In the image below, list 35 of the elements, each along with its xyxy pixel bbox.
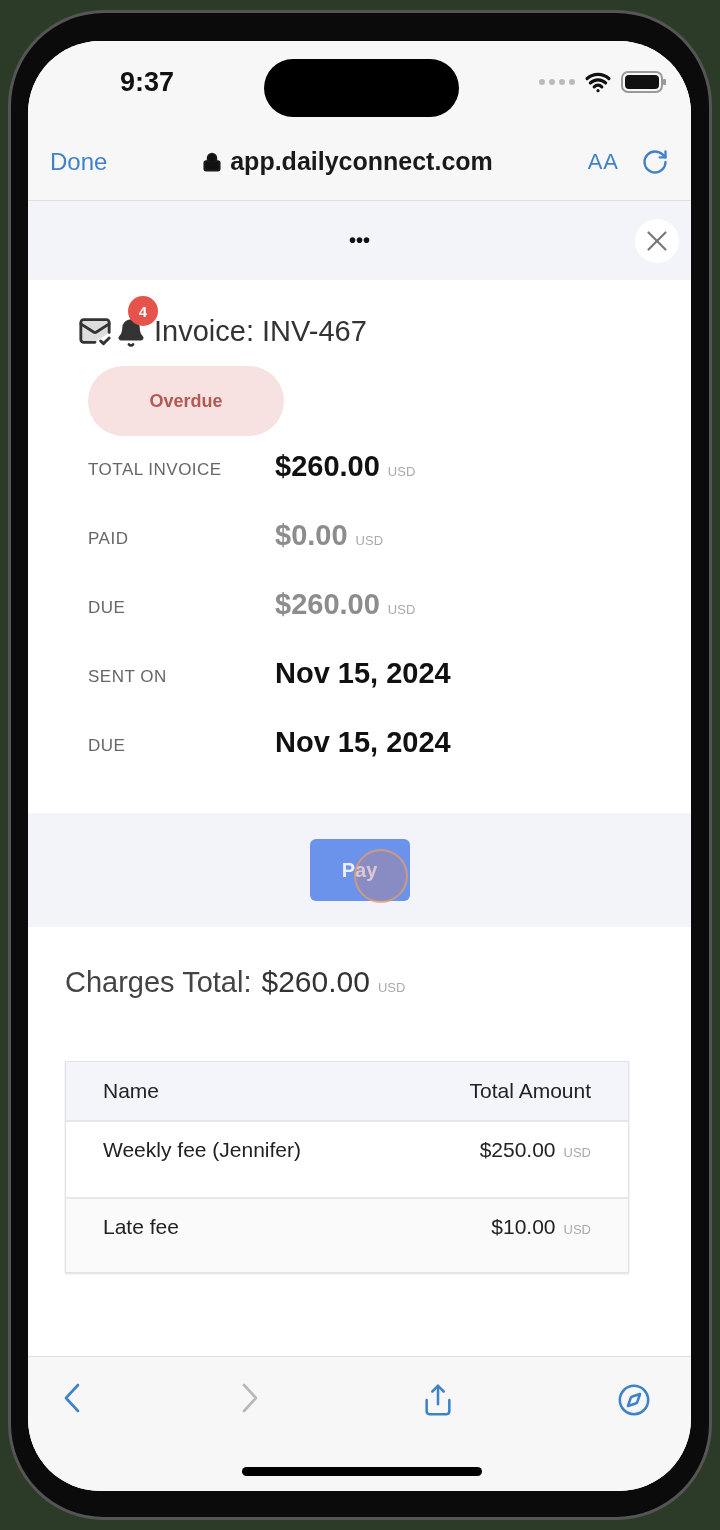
forward-icon xyxy=(242,1383,259,1413)
detail-label: TOTAL INVOICE xyxy=(88,459,223,480)
back-icon xyxy=(64,1383,80,1413)
column-header: Total Amount xyxy=(469,1079,591,1103)
detail-value: $0.00 USD xyxy=(275,519,385,552)
table-cell-text: $250.00 USD xyxy=(479,1138,591,1163)
detail-label: SENT ON xyxy=(88,666,168,687)
reload-icon[interactable] xyxy=(641,147,669,176)
done-link[interactable]: Done xyxy=(50,147,108,176)
lock-icon xyxy=(202,151,223,172)
detail-value: Nov 15, 2024 xyxy=(275,657,452,690)
detail-label: DUE xyxy=(88,735,127,756)
status-badge: Overdue xyxy=(88,366,284,436)
signal-icon xyxy=(539,79,575,85)
status-time: 9:37 xyxy=(120,66,175,98)
table-cell-text: Weekly fee (Jennifer) xyxy=(103,1138,302,1163)
charges-value: $260.00 USD xyxy=(261,965,406,999)
detail-label: DUE xyxy=(88,597,127,618)
column-header: Name xyxy=(103,1079,160,1103)
detail-value: Nov 15, 2024 xyxy=(275,726,452,759)
compass-icon xyxy=(617,1383,651,1417)
detail-value: $260.00 USD xyxy=(275,450,417,483)
back-button[interactable] xyxy=(64,1383,80,1413)
more-handle[interactable]: ••• xyxy=(349,229,370,252)
close-button[interactable] xyxy=(635,219,679,263)
battery-icon xyxy=(621,70,667,94)
compass-button[interactable] xyxy=(617,1383,651,1417)
url-text[interactable]: app.dailyconnect.com xyxy=(202,147,493,176)
detail-value: $260.00 USD xyxy=(275,588,417,621)
charges-label: Charges Total: xyxy=(65,966,252,999)
table-cell-text: $10.00 USD xyxy=(491,1215,591,1240)
table-cell-text: Late fee xyxy=(103,1215,179,1240)
text-size-button[interactable]: AA xyxy=(587,148,619,175)
bell-icon[interactable] xyxy=(116,318,146,348)
detail-label: PAID xyxy=(88,528,130,549)
